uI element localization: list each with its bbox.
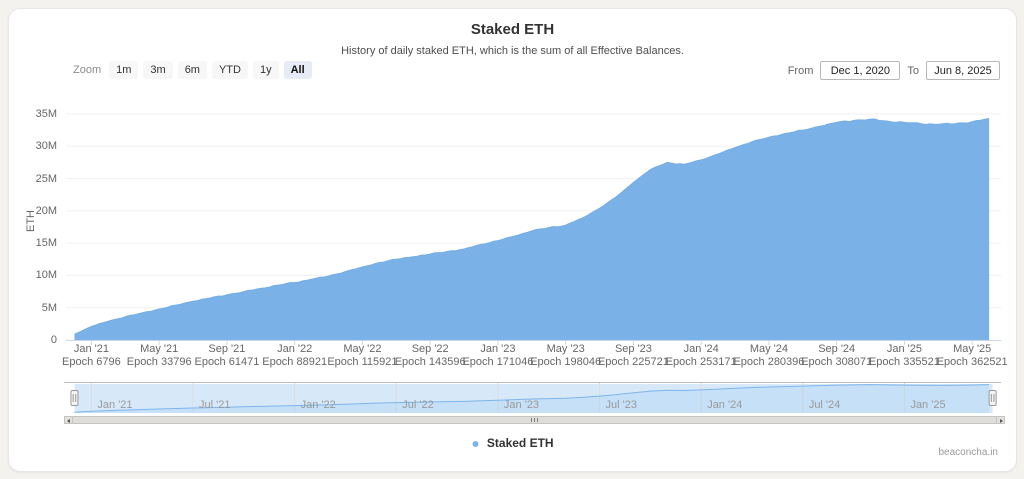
scrollbar-right-arrow-button[interactable] bbox=[996, 416, 1005, 424]
navigator-left-handle[interactable] bbox=[71, 391, 78, 406]
chart-canvas bbox=[9, 9, 1016, 471]
plot-area[interactable] bbox=[66, 114, 1001, 340]
scrollbar-left-arrow-button[interactable] bbox=[64, 416, 73, 424]
staked-eth-chart-card: Staked ETH History of daily staked ETH, … bbox=[8, 8, 1017, 472]
legend-item-staked-eth[interactable]: ● Staked ETH bbox=[9, 436, 1016, 450]
attribution-text: beaconcha.in bbox=[939, 447, 999, 458]
left-arrow-icon bbox=[67, 419, 70, 423]
y-axis-title: ETH bbox=[25, 201, 37, 241]
right-arrow-icon bbox=[1000, 419, 1003, 423]
legend-series-dot-icon: ● bbox=[471, 436, 479, 450]
navigator-right-handle[interactable] bbox=[989, 391, 996, 406]
scrollbar-grip-line bbox=[534, 418, 535, 422]
scrollbar-thumb[interactable] bbox=[73, 417, 996, 423]
legend-series-label: Staked ETH bbox=[487, 436, 554, 450]
scrollbar-grip-line bbox=[537, 418, 538, 422]
scrollbar-grip-line bbox=[531, 418, 532, 422]
